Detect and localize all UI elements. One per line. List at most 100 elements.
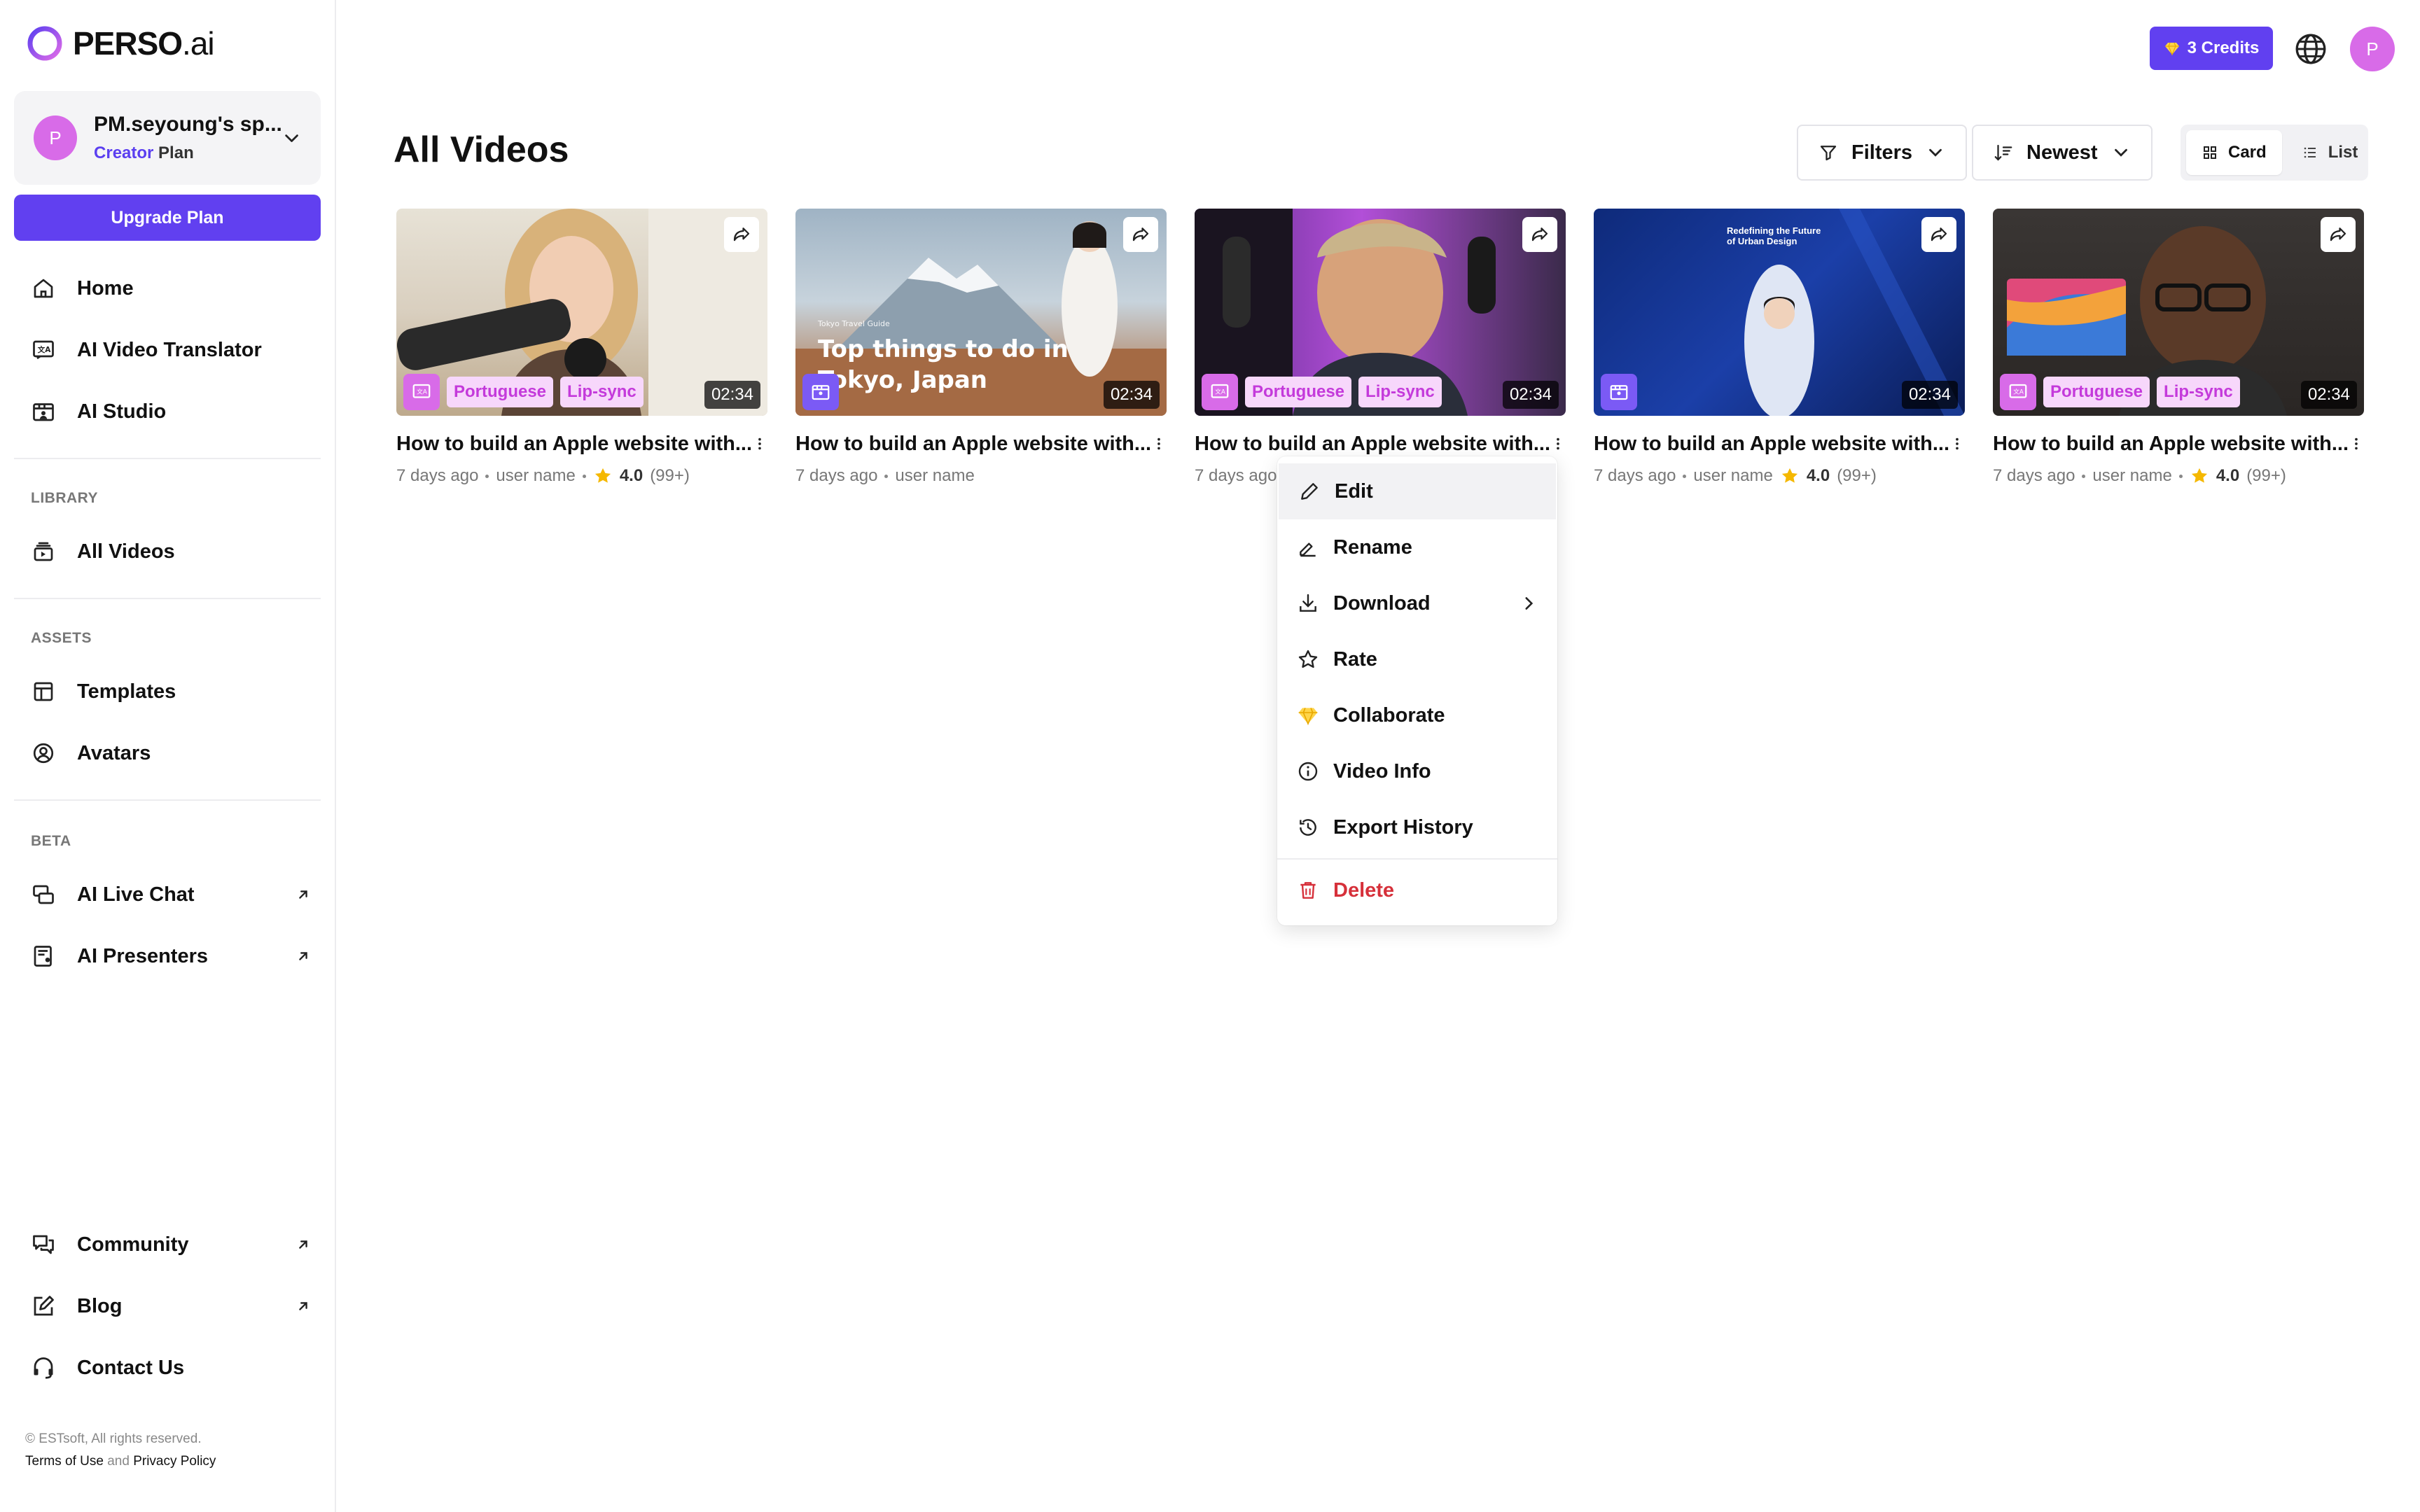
video-user: user name	[1693, 466, 1773, 485]
nav-home[interactable]: Home	[31, 269, 311, 308]
menu-item-label: Rename	[1333, 536, 1412, 559]
video-thumbnail[interactable]: Redefining the Future of Urban Design 02…	[1594, 209, 1965, 416]
video-card[interactable]: Tokyo Travel Guide Top things to do in T…	[795, 209, 1167, 486]
slide-title: Redefining the Future of Urban Design	[1727, 225, 1821, 246]
translate-icon: 文A	[33, 340, 54, 360]
share-icon	[733, 227, 750, 241]
video-age: 7 days ago	[1195, 466, 1277, 485]
nav-community[interactable]: Community	[31, 1225, 311, 1264]
sidebar: PERSO.ai P PM.seyoung's sp... Creator Pl…	[0, 0, 336, 1512]
share-button[interactable]	[724, 217, 759, 252]
svg-text:文A: 文A	[417, 388, 427, 396]
user-avatar[interactable]: P	[2350, 27, 2395, 71]
nav-blog[interactable]: Blog	[31, 1287, 311, 1326]
video-card[interactable]: 文A Portuguese Lip-sync 02:34 How to buil…	[1195, 209, 1566, 486]
svg-text:文A: 文A	[37, 345, 51, 354]
menu-item-edit[interactable]: Edit	[1279, 463, 1556, 519]
section-label-beta: BETA	[31, 833, 71, 849]
and-text: and	[107, 1454, 130, 1469]
video-thumbnail[interactable]: Tokyo Travel Guide Top things to do in T…	[795, 209, 1167, 416]
lipsync-tag: Lip-sync	[2157, 377, 2240, 407]
video-card[interactable]: Redefining the Future of Urban Design 02…	[1594, 209, 1965, 486]
menu-item-rate[interactable]: Rate	[1277, 631, 1557, 687]
video-meta: 7 days ago user name 4.0 (99+)	[1993, 466, 2364, 486]
globe-icon[interactable]	[2293, 31, 2328, 66]
view-list-button[interactable]: List	[2286, 130, 2374, 175]
divider	[14, 458, 321, 459]
studio-type-badge	[802, 374, 839, 410]
filters-button[interactable]: Filters	[1797, 125, 1968, 181]
perso-logo[interactable]: PERSO.ai	[25, 21, 215, 66]
menu-item-delete[interactable]: Delete	[1277, 862, 1557, 918]
templates-icon	[34, 682, 53, 701]
video-title[interactable]: How to build an Apple website with...	[1195, 433, 1550, 456]
video-thumbnail[interactable]: 文A Portuguese Lip-sync 02:34	[1993, 209, 2364, 416]
nav-studio-label: AI Studio	[77, 400, 167, 423]
account-switcher[interactable]: P PM.seyoung's sp... Creator Plan	[14, 91, 321, 185]
menu-item-collaborate[interactable]: Collaborate	[1277, 687, 1557, 743]
menu-item-label: Export History	[1333, 816, 1473, 839]
logo-ring-icon	[27, 26, 62, 61]
menu-item-export-history[interactable]: Export History	[1277, 799, 1557, 855]
card-title-row: How to build an Apple website with...	[396, 431, 767, 456]
privacy-link[interactable]: Privacy Policy	[133, 1454, 216, 1469]
community-icon	[33, 1235, 54, 1254]
nav-templates[interactable]: Templates	[31, 672, 311, 711]
more-options-icon[interactable]	[1550, 431, 1566, 456]
nav-ai-presenters[interactable]: AI Presenters	[31, 937, 311, 976]
menu-item-download[interactable]: Download	[1277, 575, 1557, 631]
share-button[interactable]	[1921, 217, 1956, 252]
terms-link[interactable]: Terms of Use	[25, 1454, 104, 1469]
video-card[interactable]: 文A Portuguese Lip-sync 02:34 How to buil…	[396, 209, 767, 486]
menu-item-rename[interactable]: Rename	[1277, 519, 1557, 575]
menu-item-label: Download	[1333, 592, 1431, 615]
video-title[interactable]: How to build an Apple website with...	[1993, 433, 2349, 456]
account-avatar: P	[34, 115, 78, 160]
svg-text:文A: 文A	[2013, 388, 2024, 396]
section-label-assets: ASSETS	[31, 630, 92, 646]
video-thumbnail[interactable]: 文A Portuguese Lip-sync 02:34	[396, 209, 767, 416]
share-button[interactable]	[1522, 217, 1557, 252]
video-title[interactable]: How to build an Apple website with...	[396, 433, 752, 456]
nav-all-videos-label: All Videos	[77, 540, 175, 563]
nav-live-chat-label: AI Live Chat	[77, 883, 195, 906]
nav-contact-us[interactable]: Contact Us	[31, 1348, 311, 1387]
history-icon	[1300, 819, 1316, 836]
download-icon	[1300, 594, 1316, 612]
nav-avatars[interactable]: Avatars	[31, 734, 311, 773]
credits-button[interactable]: 3 Credits	[2150, 27, 2273, 70]
view-card-label: Card	[2228, 143, 2267, 162]
more-options-icon[interactable]	[752, 431, 767, 456]
star-outline-icon	[1298, 650, 1318, 668]
video-age: 7 days ago	[396, 466, 479, 485]
menu-item-label: Edit	[1335, 479, 1373, 503]
share-icon	[2330, 227, 2346, 241]
video-title[interactable]: How to build an Apple website with...	[795, 433, 1151, 456]
upgrade-plan-button[interactable]: Upgrade Plan	[14, 195, 321, 241]
sort-dropdown[interactable]: Newest	[1972, 125, 2153, 181]
video-title[interactable]: How to build an Apple website with...	[1594, 433, 1949, 456]
account-name: PM.seyoung's sp...	[94, 113, 282, 136]
nav-all-videos[interactable]: All Videos	[31, 532, 311, 571]
view-card-button[interactable]: Card	[2186, 130, 2282, 175]
nav-home-label: Home	[77, 276, 134, 300]
share-button[interactable]	[1123, 217, 1158, 252]
more-options-icon[interactable]	[1151, 431, 1167, 456]
nav-ai-live-chat[interactable]: AI Live Chat	[31, 875, 311, 914]
studio-icon	[812, 385, 830, 400]
video-age: 7 days ago	[1594, 466, 1676, 485]
nav-ai-video-translator[interactable]: 文A AI Video Translator	[31, 330, 311, 370]
menu-item-video-info[interactable]: Video Info	[1277, 743, 1557, 799]
grid-icon	[2204, 146, 2216, 159]
share-button[interactable]	[2321, 217, 2356, 252]
more-options-icon[interactable]	[2349, 431, 2364, 456]
card-title-row: How to build an Apple website with...	[1594, 431, 1965, 456]
external-link-icon	[299, 890, 307, 899]
more-options-icon[interactable]	[1949, 431, 1965, 456]
video-thumbnail[interactable]: 文A Portuguese Lip-sync 02:34	[1195, 209, 1566, 416]
credits-label: 3 Credits	[2187, 38, 2260, 57]
video-card[interactable]: 文A Portuguese Lip-sync 02:34 How to buil…	[1993, 209, 2364, 486]
translate-icon: 文A	[1211, 384, 1229, 398]
sidebar-footer: © ESTsoft, All rights reserved. Terms of…	[25, 1428, 216, 1473]
nav-ai-studio[interactable]: AI Studio	[31, 392, 311, 431]
